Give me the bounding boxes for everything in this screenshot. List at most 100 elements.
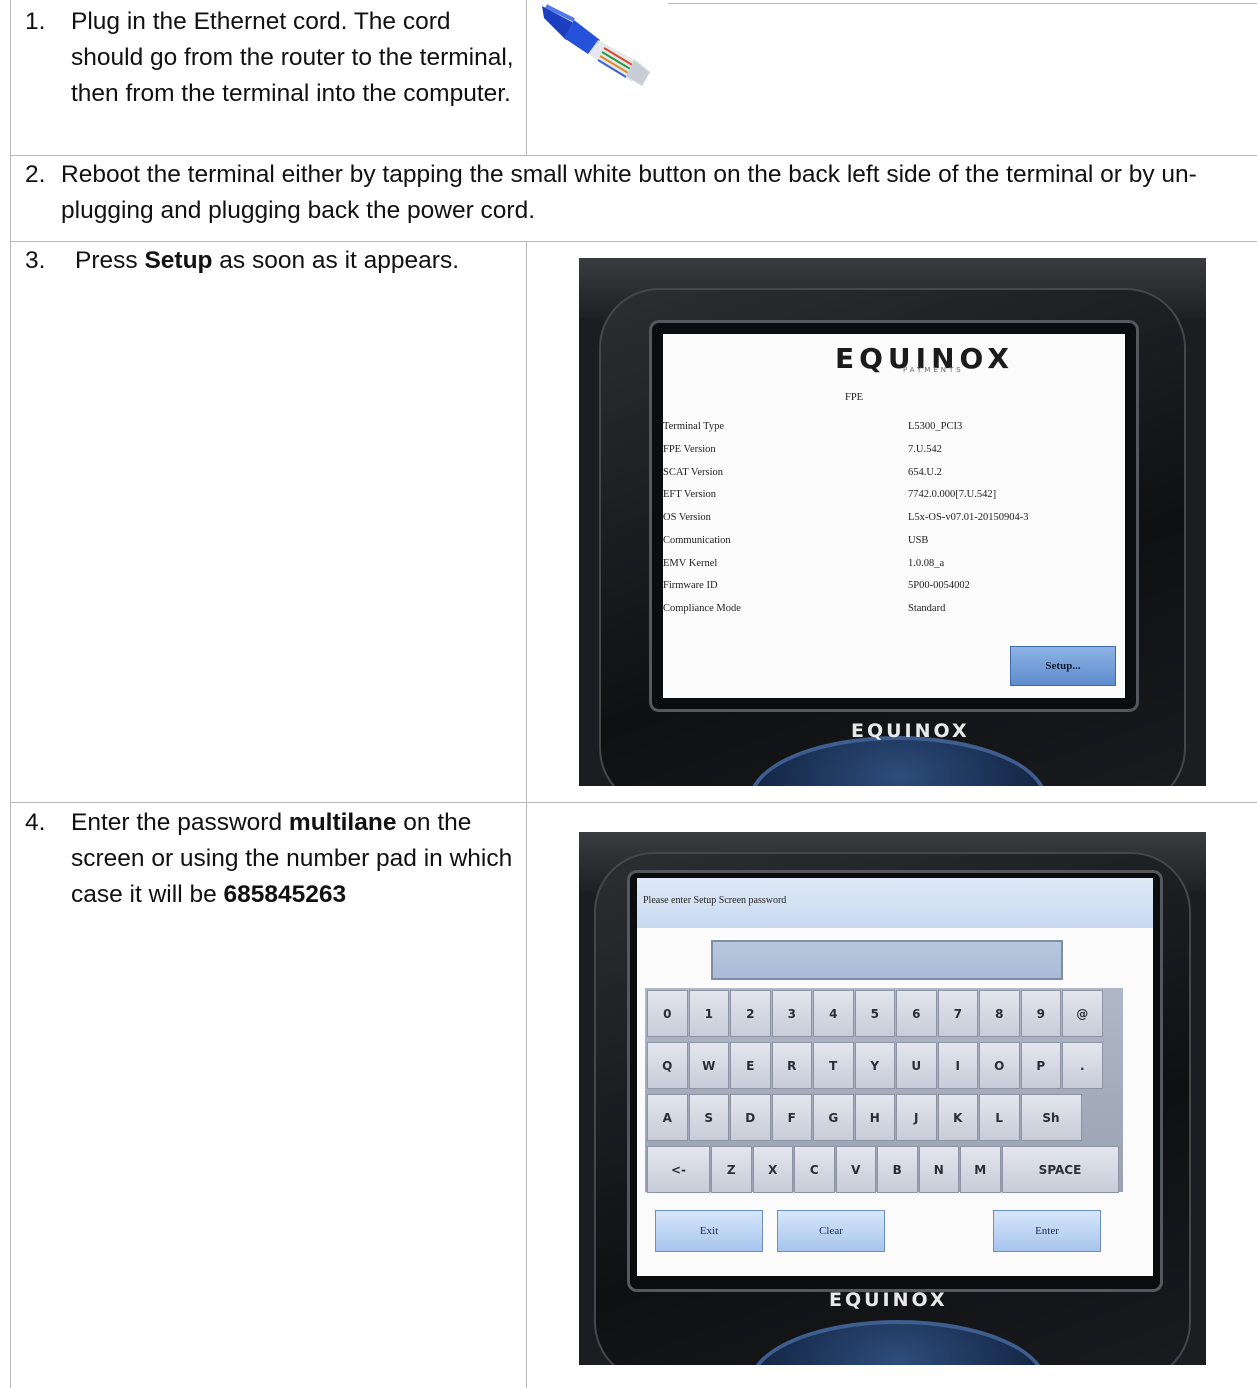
info-label: FPE Version [663, 444, 716, 455]
key-x[interactable]: X [752, 1146, 793, 1193]
key-3[interactable]: 3 [771, 990, 812, 1037]
step-2-text-content: Reboot the terminal either by tapping th… [61, 161, 1197, 224]
step-3-text: Press Setup as soon as it appears. [75, 243, 515, 279]
info-label: Communication [663, 535, 731, 546]
info-label: Compliance Mode [663, 603, 741, 614]
key-u[interactable]: U [896, 1042, 937, 1089]
key-y[interactable]: Y [854, 1042, 895, 1089]
key-p[interactable]: P [1020, 1042, 1061, 1089]
key-k[interactable]: K [937, 1094, 978, 1141]
info-value: L5300_PCI3 [908, 421, 963, 432]
password-screen: Please enter Setup Screen password 01234… [637, 878, 1153, 1276]
step-3: 3. Press Setup as soon as it appears. [25, 243, 515, 279]
info-label: OS Version [663, 512, 711, 523]
fpe-heading: FPE [845, 392, 864, 403]
column-divider-steps34 [526, 241, 527, 1388]
key-space[interactable]: SPACE [1001, 1146, 1119, 1193]
key-f[interactable]: F [771, 1094, 812, 1141]
key-period[interactable]: . [1062, 1042, 1103, 1089]
step-3-text-after: as soon as it appears. [212, 247, 460, 274]
terminal-foot-brand: EQUINOX [829, 1289, 948, 1311]
key-t[interactable]: T [813, 1042, 854, 1089]
key-w[interactable]: W [688, 1042, 729, 1089]
terminal-foot-brand: EQUINOX [851, 720, 970, 742]
key-e[interactable]: E [730, 1042, 771, 1089]
key-b[interactable]: B [877, 1146, 918, 1193]
info-value: 1.0.08_a [908, 558, 945, 569]
key-r[interactable]: R [771, 1042, 812, 1089]
table-border-left [10, 0, 11, 1388]
step-3-bold: Setup [144, 247, 213, 274]
key-g[interactable]: G [813, 1094, 854, 1141]
key-l[interactable]: L [979, 1094, 1020, 1141]
ethernet-cable-image [542, 4, 650, 86]
key-4[interactable]: 4 [813, 990, 854, 1037]
key-6[interactable]: 6 [896, 990, 937, 1037]
info-label: Terminal Type [663, 421, 725, 432]
key-j[interactable]: J [896, 1094, 937, 1141]
key-v[interactable]: V [835, 1146, 876, 1193]
key-1[interactable]: 1 [688, 990, 729, 1037]
key-backspace[interactable]: <- [647, 1146, 710, 1193]
password-prompt: Please enter Setup Screen password [643, 895, 787, 906]
key-m[interactable]: M [960, 1146, 1001, 1193]
exit-button[interactable]: Exit [655, 1210, 763, 1252]
info-value: L5x-OS-v07.01-20150904-3 [908, 512, 1029, 523]
fpe-screen: EQUINOX PAYMENTS FPE Terminal Type L5300… [663, 334, 1125, 698]
info-value: 654.U.2 [908, 467, 942, 478]
key-n[interactable]: N [918, 1146, 959, 1193]
step-1-text: Plug in the Ethernet cord. The cord shou… [71, 8, 514, 107]
key-s[interactable]: S [688, 1094, 729, 1141]
step-4-bold-number: 685845263 [223, 881, 347, 908]
info-label: EMV Kernel [663, 558, 718, 569]
clear-button[interactable]: Clear [777, 1210, 885, 1252]
step-2: 2. Reboot the terminal either by tapping… [25, 157, 1245, 229]
info-label: SCAT Version [663, 467, 724, 478]
step-2-text: Reboot the terminal either by tapping th… [61, 157, 1245, 229]
row-divider-1 [10, 155, 1257, 156]
info-value: Standard [908, 603, 946, 614]
key-c[interactable]: C [794, 1146, 835, 1193]
info-value: 7742.0.000[7.U.542] [908, 489, 997, 500]
step-3-number: 3. [25, 247, 46, 274]
key-8[interactable]: 8 [979, 990, 1020, 1037]
step-4-number: 4. [25, 809, 46, 836]
key-z[interactable]: Z [711, 1146, 752, 1193]
equinox-logo-sub: PAYMENTS [903, 366, 964, 374]
step-4-bold-password: multilane [288, 809, 397, 836]
info-value: 7.U.542 [908, 444, 942, 455]
row-divider-2 [10, 241, 1257, 242]
key-sh[interactable]: Sh [1020, 1094, 1082, 1141]
column-divider-step1 [526, 0, 527, 155]
key-0[interactable]: 0 [647, 990, 688, 1037]
key-a[interactable]: A [647, 1094, 688, 1141]
info-value: USB [908, 535, 929, 546]
setup-button[interactable]: Setup... [1010, 646, 1116, 686]
step-1-number: 1. [25, 8, 46, 35]
key-i[interactable]: I [937, 1042, 978, 1089]
terminal-photo-password: Please enter Setup Screen password 01234… [579, 832, 1206, 1365]
enter-button[interactable]: Enter [993, 1210, 1101, 1252]
step-4-text: Enter the password multilane on the scre… [71, 805, 520, 913]
key-9[interactable]: 9 [1020, 990, 1061, 1037]
password-input[interactable] [711, 940, 1063, 980]
key-5[interactable]: 5 [854, 990, 895, 1037]
step-4: 4. Enter the password multilane on the s… [25, 805, 520, 913]
table-border-top-right [668, 3, 1257, 4]
key-2[interactable]: 2 [730, 990, 771, 1037]
info-label: EFT Version [663, 489, 716, 500]
key-d[interactable]: D [730, 1094, 771, 1141]
key-at[interactable]: @ [1062, 990, 1103, 1037]
step-1: 1. Plug in the Ethernet cord. The cord s… [25, 4, 515, 112]
step-3-text-before: Press [75, 247, 145, 274]
key-q[interactable]: Q [647, 1042, 688, 1089]
step-4-text-before: Enter the password [71, 809, 289, 836]
step-2-number: 2. [25, 161, 46, 188]
info-value: 5P00-0054002 [908, 580, 970, 591]
terminal-photo-fpe: EQUINOX PAYMENTS FPE Terminal Type L5300… [579, 258, 1206, 786]
key-o[interactable]: O [979, 1042, 1020, 1089]
key-7[interactable]: 7 [937, 990, 978, 1037]
info-label: Firmware ID [663, 580, 718, 591]
row-divider-3 [10, 802, 1257, 803]
key-h[interactable]: H [854, 1094, 895, 1141]
